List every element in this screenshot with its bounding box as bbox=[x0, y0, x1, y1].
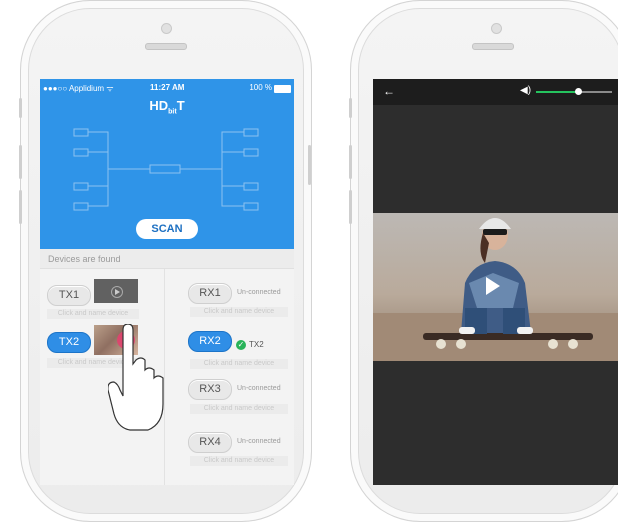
network-diagram bbox=[73, 128, 259, 211]
rx2-status: TX2 bbox=[249, 340, 264, 349]
volume-up-button bbox=[349, 145, 352, 179]
rx-node-icon bbox=[243, 202, 259, 211]
volume-up-button bbox=[19, 145, 22, 179]
mute-switch bbox=[349, 98, 352, 118]
camera-dot bbox=[161, 23, 172, 34]
tx-node-icon bbox=[73, 182, 89, 191]
battery-percent: 100 % bbox=[249, 83, 272, 92]
earpiece-speaker bbox=[145, 43, 187, 50]
rx4-button[interactable]: RX4 bbox=[188, 432, 232, 453]
pointing-hand-icon bbox=[108, 324, 164, 431]
rx-node-icon bbox=[243, 148, 259, 157]
tx1-name-field[interactable]: Click and name device bbox=[47, 309, 139, 319]
rx4-name-field[interactable]: Click and name device bbox=[190, 456, 288, 466]
rx2-name-field[interactable]: Click and name device bbox=[190, 359, 288, 369]
rx3-status: Un-connected bbox=[237, 385, 281, 392]
scan-button[interactable]: SCAN bbox=[136, 219, 198, 239]
tx-node-icon bbox=[73, 148, 89, 157]
mute-switch bbox=[19, 98, 22, 118]
rx1-status: Un-connected bbox=[237, 289, 281, 296]
rx1-name-field[interactable]: Click and name device bbox=[190, 307, 288, 317]
rx-node-icon bbox=[243, 182, 259, 191]
tx-node-icon bbox=[73, 202, 89, 211]
camera-dot bbox=[491, 23, 502, 34]
switch-icon bbox=[149, 164, 181, 174]
tx1-video-thumbnail[interactable] bbox=[94, 279, 138, 303]
video-player-screen: ← ◀) bbox=[373, 79, 618, 485]
rx4-status: Un-connected bbox=[237, 438, 281, 445]
volume-down-button bbox=[349, 190, 352, 224]
tx2-button[interactable]: TX2 bbox=[47, 332, 91, 353]
rx3-button[interactable]: RX3 bbox=[188, 379, 232, 400]
clock: 11:27 AM bbox=[150, 83, 185, 92]
devices-found-label: Devices are found bbox=[40, 249, 294, 269]
rx2-button[interactable]: RX2 bbox=[188, 331, 232, 352]
app-logo: HDbitT bbox=[149, 98, 185, 116]
back-arrow-icon[interactable]: ← bbox=[383, 84, 395, 98]
battery-icon bbox=[274, 85, 291, 93]
volume-slider-fill bbox=[536, 91, 578, 93]
play-icon[interactable] bbox=[486, 277, 500, 295]
rx1-button[interactable]: RX1 bbox=[188, 283, 232, 304]
speaker-icon[interactable]: ◀) bbox=[520, 85, 531, 96]
tx-node-icon bbox=[73, 128, 89, 137]
volume-slider-knob[interactable] bbox=[574, 88, 582, 95]
tx1-button[interactable]: TX1 bbox=[47, 285, 91, 306]
rx3-name-field[interactable]: Click and name device bbox=[190, 404, 288, 414]
player-top-bar: ← ◀) bbox=[373, 79, 618, 105]
hdbit-app-screen: ●●●○○ Applidium ᯤ 11:27 AM 100 % HDbitT bbox=[40, 79, 294, 485]
power-button bbox=[308, 145, 311, 185]
volume-slider[interactable] bbox=[536, 88, 612, 95]
volume-down-button bbox=[19, 190, 22, 224]
status-bar: ●●●○○ Applidium ᯤ 11:27 AM 100 % bbox=[40, 83, 294, 95]
earpiece-speaker bbox=[472, 43, 514, 50]
header-panel: ●●●○○ Applidium ᯤ 11:27 AM 100 % HDbitT bbox=[40, 79, 294, 249]
carrier-label: ●●●○○ Applidium ᯤ bbox=[43, 84, 114, 93]
play-icon bbox=[111, 286, 123, 298]
connected-check-icon: ✓ bbox=[236, 340, 246, 350]
rx-node-icon bbox=[243, 128, 259, 137]
